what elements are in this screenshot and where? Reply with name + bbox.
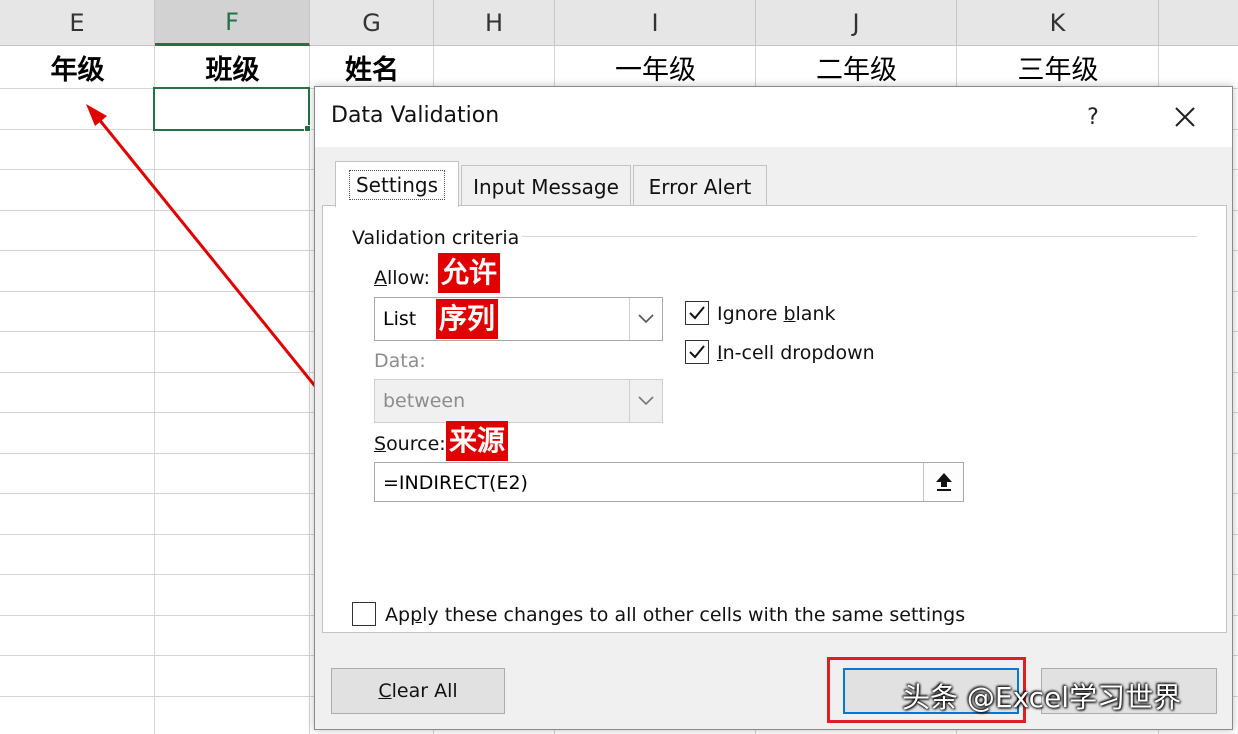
cell-g1[interactable]: 姓名 — [310, 46, 434, 88]
allow-dropdown-button[interactable] — [629, 298, 662, 340]
column-header-j[interactable]: J — [756, 0, 957, 46]
validation-criteria-label: Validation criteria — [352, 227, 524, 249]
dialog-titlebar[interactable]: Data Validation ? — [315, 87, 1232, 147]
close-icon — [1175, 107, 1195, 127]
apply-all-label[interactable]: Apply these changes to all other cells w… — [385, 604, 965, 626]
apply-all-checkbox[interactable] — [352, 602, 376, 626]
column-header-h[interactable]: H — [434, 0, 555, 46]
tab-settings[interactable]: Settings — [335, 161, 459, 207]
cell-k1[interactable]: 三年级 — [957, 46, 1159, 88]
source-annotation: 来源 — [446, 421, 509, 461]
cell-e1[interactable]: 年级 — [0, 46, 155, 88]
data-label: Data: — [374, 350, 426, 372]
fill-handle[interactable] — [304, 125, 311, 132]
data-value: between — [383, 390, 466, 412]
ignore-blank-checkbox[interactable] — [685, 301, 709, 325]
source-value: =INDIRECT(E2) — [383, 472, 528, 494]
in-cell-dropdown-checkbox[interactable] — [685, 340, 709, 364]
column-header-e[interactable]: E — [0, 0, 155, 46]
allow-label: Allow: — [374, 267, 431, 289]
close-button[interactable] — [1163, 95, 1207, 139]
in-cell-dropdown-label[interactable]: In-cell dropdown — [717, 342, 875, 364]
cell-i1[interactable]: 一年级 — [555, 46, 756, 88]
dialog-title: Data Validation — [331, 103, 500, 128]
group-divider — [522, 236, 1197, 237]
source-label: Source: — [374, 433, 446, 455]
chevron-down-icon — [638, 396, 654, 406]
list-annotation: 序列 — [436, 299, 499, 339]
column-header-i[interactable]: I — [555, 0, 756, 46]
data-dropdown: between — [374, 379, 663, 423]
column-header-f[interactable]: F — [155, 0, 310, 46]
allow-annotation: 允许 — [438, 253, 501, 293]
help-button[interactable]: ? — [1071, 95, 1115, 139]
tab-input-message[interactable]: Input Message — [461, 165, 631, 207]
column-header-g[interactable]: G — [310, 0, 434, 46]
cell-f1[interactable]: 班级 — [155, 46, 310, 88]
watermark: 头条 @Excel学习世界 — [902, 681, 1182, 714]
tab-error-alert[interactable]: Error Alert — [633, 165, 767, 207]
ignore-blank-label[interactable]: Ignore blank — [717, 303, 836, 325]
source-input[interactable]: =INDIRECT(E2) — [374, 462, 964, 502]
chevron-down-icon — [638, 314, 654, 324]
column-header-k[interactable]: K — [957, 0, 1159, 46]
allow-dropdown[interactable]: List — [374, 297, 663, 341]
checkmark-icon — [689, 306, 705, 320]
collapse-dialog-button[interactable] — [923, 463, 963, 501]
data-dropdown-button — [629, 380, 662, 422]
column-header-next[interactable] — [1159, 0, 1238, 46]
active-cell-f2[interactable] — [153, 87, 310, 131]
allow-value: List — [383, 308, 417, 330]
data-validation-dialog: Data Validation ? Settings Input Message… — [314, 86, 1233, 730]
checkmark-icon — [689, 345, 705, 359]
cell-j1[interactable]: 二年级 — [756, 46, 957, 88]
upload-arrow-icon — [935, 473, 952, 491]
clear-all-button[interactable]: Clear All — [331, 668, 505, 714]
